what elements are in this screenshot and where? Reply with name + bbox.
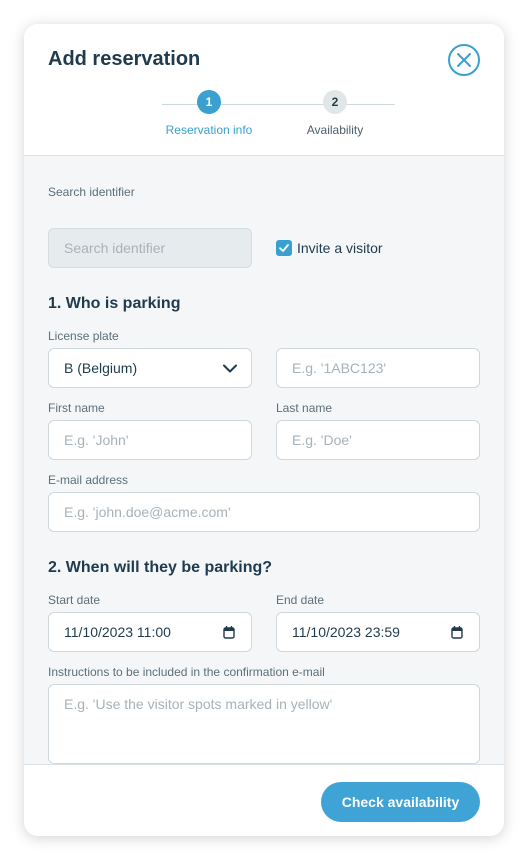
section-who-is-parking: 1. Who is parking [48,295,181,312]
close-icon [457,53,471,67]
instructions-textarea[interactable] [48,684,480,764]
modal-body: Search identifier Invite a visitor 1. Wh… [24,156,504,764]
country-select[interactable]: B (Belgium) [48,348,252,388]
close-button[interactable] [448,44,480,76]
check-availability-button[interactable]: Check availability [321,782,480,822]
start-date-label: Start date [48,593,101,607]
modal-title: Add reservation [48,48,201,70]
step-2-label: Availability [306,123,364,137]
last-name-label: Last name [276,401,333,415]
add-reservation-modal: Add reservation 1 Reservation info 2 Ava… [24,24,504,836]
search-identifier-input[interactable] [48,228,252,268]
check-icon [279,244,289,252]
step-reservation-info[interactable]: 1 Reservation info [149,90,269,137]
stepper: 1 Reservation info 2 Availability [24,90,504,150]
start-date-input[interactable]: 11/10/2023 11:00 [48,612,252,652]
first-name-input[interactable] [48,420,252,460]
invite-visitor-checkbox[interactable]: Invite a visitor [276,240,383,256]
end-date-label: End date [276,593,325,607]
modal-footer: Check availability [24,764,504,836]
email-input[interactable] [48,492,480,532]
step-2-circle: 2 [323,90,347,114]
calendar-icon[interactable] [451,625,463,639]
license-plate-input[interactable] [276,348,480,388]
last-name-input[interactable] [276,420,480,460]
step-1-label: Reservation info [165,123,253,137]
end-date-input[interactable]: 11/10/2023 23:59 [276,612,480,652]
instructions-label: Instructions to be included in the confi… [48,665,325,679]
section-when-parking: 2. When will they be parking? [48,559,273,576]
step-1-circle: 1 [197,90,221,114]
chevron-down-icon [223,364,237,372]
end-date-value: 11/10/2023 23:59 [292,624,400,640]
start-date-value: 11/10/2023 11:00 [64,624,171,640]
calendar-icon[interactable] [223,625,235,639]
search-identifier-label: Search identifier [48,185,135,199]
email-label: E-mail address [48,473,129,487]
country-select-value: B (Belgium) [64,360,138,376]
license-plate-label: License plate [48,329,119,343]
step-availability[interactable]: 2 Availability [275,90,395,137]
invite-visitor-label: Invite a visitor [297,240,383,256]
checkbox-checked[interactable] [276,240,292,256]
modal-header: Add reservation 1 Reservation info 2 Ava… [24,24,504,156]
first-name-label: First name [48,401,105,415]
